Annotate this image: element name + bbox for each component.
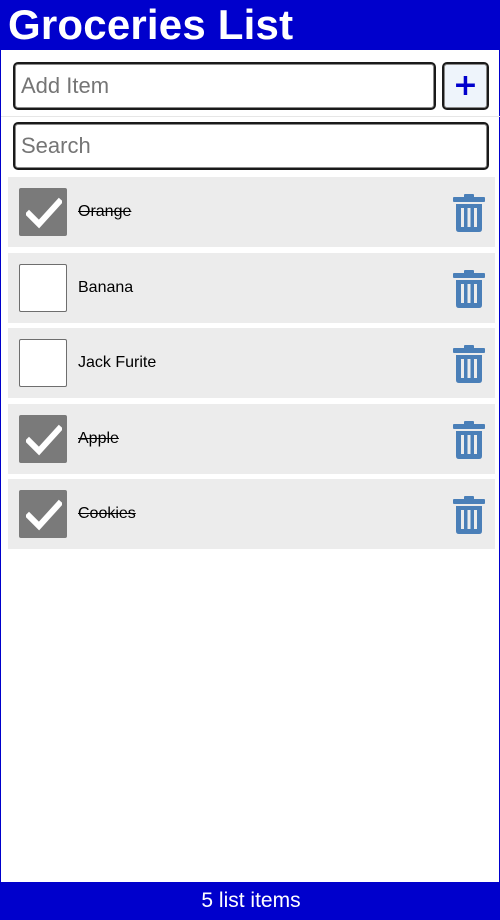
check-icon: [26, 424, 62, 455]
item-checkbox[interactable]: [19, 263, 67, 312]
check-icon: [26, 197, 62, 229]
trash-icon: [453, 194, 485, 232]
add-item-input[interactable]: [13, 62, 436, 110]
item-label: Apple: [78, 429, 119, 447]
item-label: Banana: [78, 278, 134, 296]
list-item: Orange: [8, 177, 495, 247]
delete-button[interactable]: [453, 420, 489, 459]
item-label: Orange: [78, 203, 132, 220]
delete-button[interactable]: [453, 345, 489, 383]
item-checkbox[interactable]: [19, 490, 67, 538]
grocery-list: Orange Banana Jack Furite Apple Cookies: [8, 177, 495, 555]
item-checkbox[interactable]: [19, 339, 67, 387]
page-title: Groceries List: [8, 1, 294, 48]
item-count-footer: 5 list items: [1, 882, 500, 920]
delete-button[interactable]: [453, 496, 489, 534]
plus-icon: +: [452, 68, 479, 103]
item-checkbox[interactable]: [19, 414, 67, 463]
list-item: Cookies: [8, 479, 495, 549]
trash-icon: [453, 269, 485, 308]
app-container: Groceries List + Orange: [0, 0, 500, 920]
trash-icon: [453, 496, 485, 534]
item-label: Cookies: [78, 505, 136, 522]
add-item-form: +: [13, 62, 489, 110]
item-count-text: 5 list items: [201, 889, 301, 912]
delete-button[interactable]: [453, 269, 489, 308]
list-item: Apple: [8, 403, 495, 474]
divider: [1, 116, 500, 117]
delete-button[interactable]: [453, 194, 489, 232]
trash-icon: [453, 345, 485, 383]
item-checkbox[interactable]: [19, 188, 67, 236]
list-item: Jack Furite: [8, 328, 495, 398]
add-item-button[interactable]: +: [442, 62, 489, 110]
check-icon: [26, 499, 62, 531]
search-input[interactable]: [13, 122, 489, 170]
list-item: Banana: [8, 252, 495, 323]
trash-icon: [453, 420, 485, 459]
item-label: Jack Furite: [78, 354, 157, 371]
app-header: Groceries List: [1, 0, 500, 50]
